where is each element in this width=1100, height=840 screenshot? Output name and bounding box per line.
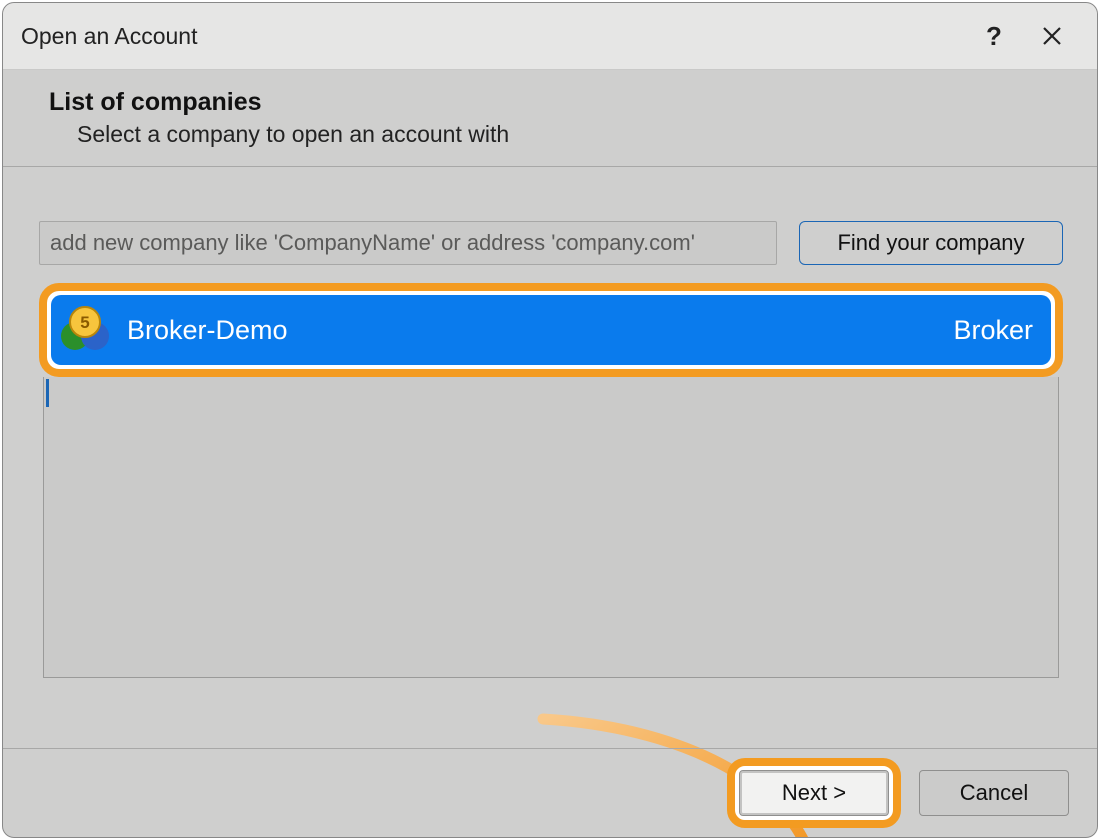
header-subtitle: Select a company to open an account with <box>49 121 1097 148</box>
close-button[interactable] <box>1025 9 1079 63</box>
find-company-button[interactable]: Find your company <box>799 221 1063 265</box>
company-broker-label: Broker <box>953 315 1033 346</box>
next-highlight-annotation: Next > <box>727 758 901 828</box>
company-row-selected[interactable]: 5 Broker-Demo Broker <box>51 295 1051 365</box>
metatrader-logo-icon: 5 <box>57 302 113 358</box>
header-title: List of companies <box>49 88 1097 117</box>
company-search-input[interactable]: add new company like 'CompanyName' or ad… <box>39 221 777 265</box>
cancel-button[interactable]: Cancel <box>919 770 1069 816</box>
titlebar: Open an Account ? <box>3 3 1097 70</box>
svg-text:5: 5 <box>80 313 89 332</box>
close-icon <box>1042 26 1062 46</box>
open-account-dialog: Open an Account ? List of companies Sele… <box>2 2 1098 838</box>
header-area: List of companies Select a company to op… <box>3 70 1097 167</box>
next-button[interactable]: Next > <box>739 770 889 816</box>
help-button[interactable]: ? <box>967 9 1021 63</box>
company-name: Broker-Demo <box>127 315 939 346</box>
dialog-footer: Next > Cancel <box>3 748 1097 837</box>
company-highlight-annotation: 5 Broker-Demo Broker <box>39 283 1063 377</box>
search-row: add new company like 'CompanyName' or ad… <box>39 221 1063 265</box>
body-area: add new company like 'CompanyName' or ad… <box>3 167 1097 748</box>
dialog-title: Open an Account <box>21 23 963 50</box>
company-list-empty-area[interactable] <box>43 377 1059 678</box>
